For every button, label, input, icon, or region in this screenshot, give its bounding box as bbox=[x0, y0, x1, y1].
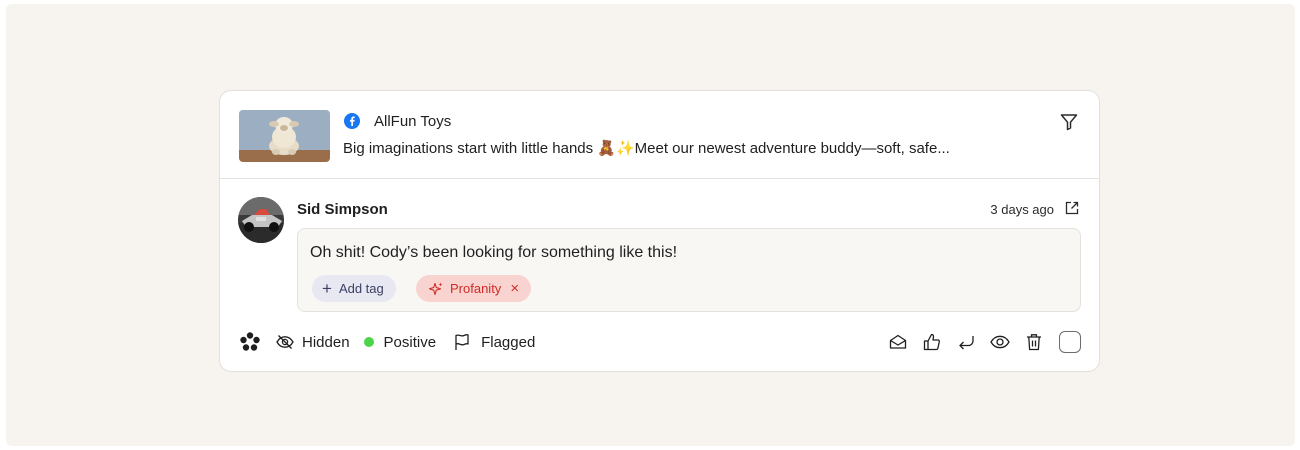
sentiment-dot bbox=[363, 337, 374, 347]
action-toolbar bbox=[887, 330, 1081, 354]
comment-text: Oh shit! Cody’s been looking for somethi… bbox=[310, 244, 678, 261]
facebook-icon bbox=[344, 113, 360, 129]
remove-tag-icon[interactable]: × bbox=[510, 281, 519, 296]
flag-icon bbox=[455, 334, 469, 350]
page-background: AllFun Toys Big imaginations start with … bbox=[6, 4, 1295, 446]
hidden-label: Hidden bbox=[302, 333, 350, 351]
comment-card: AllFun Toys Big imaginations start with … bbox=[219, 90, 1100, 372]
comment-body: Oh shit! Cody’s been looking for somethi… bbox=[297, 228, 1081, 312]
add-tag-button[interactable]: + Add tag bbox=[312, 275, 396, 302]
plus-icon: + bbox=[322, 279, 332, 298]
like-icon[interactable] bbox=[921, 331, 943, 353]
filter-icon[interactable] bbox=[1059, 112, 1079, 132]
view-icon[interactable] bbox=[989, 331, 1011, 353]
reply-icon[interactable] bbox=[955, 331, 977, 353]
external-link-icon[interactable] bbox=[1063, 199, 1081, 217]
flag-label: Flagged bbox=[481, 333, 536, 351]
comment-timestamp: 3 days ago bbox=[990, 202, 1054, 217]
sentiment-label: Positive bbox=[383, 333, 437, 351]
post-author[interactable]: AllFun Toys bbox=[374, 113, 451, 131]
flag-status[interactable]: Flagged bbox=[452, 332, 535, 352]
profanity-tag[interactable]: Profanity × bbox=[416, 275, 532, 302]
post-thumbnail[interactable] bbox=[239, 110, 330, 162]
delete-icon[interactable] bbox=[1023, 331, 1045, 353]
mark-read-icon[interactable] bbox=[887, 331, 909, 353]
sentiment-status[interactable]: Positive bbox=[363, 333, 437, 351]
eye-off-icon bbox=[276, 335, 294, 349]
select-checkbox[interactable] bbox=[1059, 331, 1081, 353]
post-caption: Big imaginations start with little hands… bbox=[343, 140, 950, 157]
ai-flower-icon[interactable] bbox=[239, 331, 261, 353]
sparkle-icon bbox=[428, 282, 443, 295]
comment-author[interactable]: Sid Simpson bbox=[297, 201, 388, 219]
profanity-tag-label: Profanity bbox=[450, 281, 502, 296]
avatar[interactable] bbox=[238, 197, 284, 243]
post-header[interactable]: AllFun Toys Big imaginations start with … bbox=[220, 91, 1099, 179]
status-bar: Hidden Positive Flagged bbox=[239, 331, 535, 353]
hidden-status[interactable]: Hidden bbox=[275, 332, 350, 352]
add-tag-label: Add tag bbox=[338, 281, 384, 296]
